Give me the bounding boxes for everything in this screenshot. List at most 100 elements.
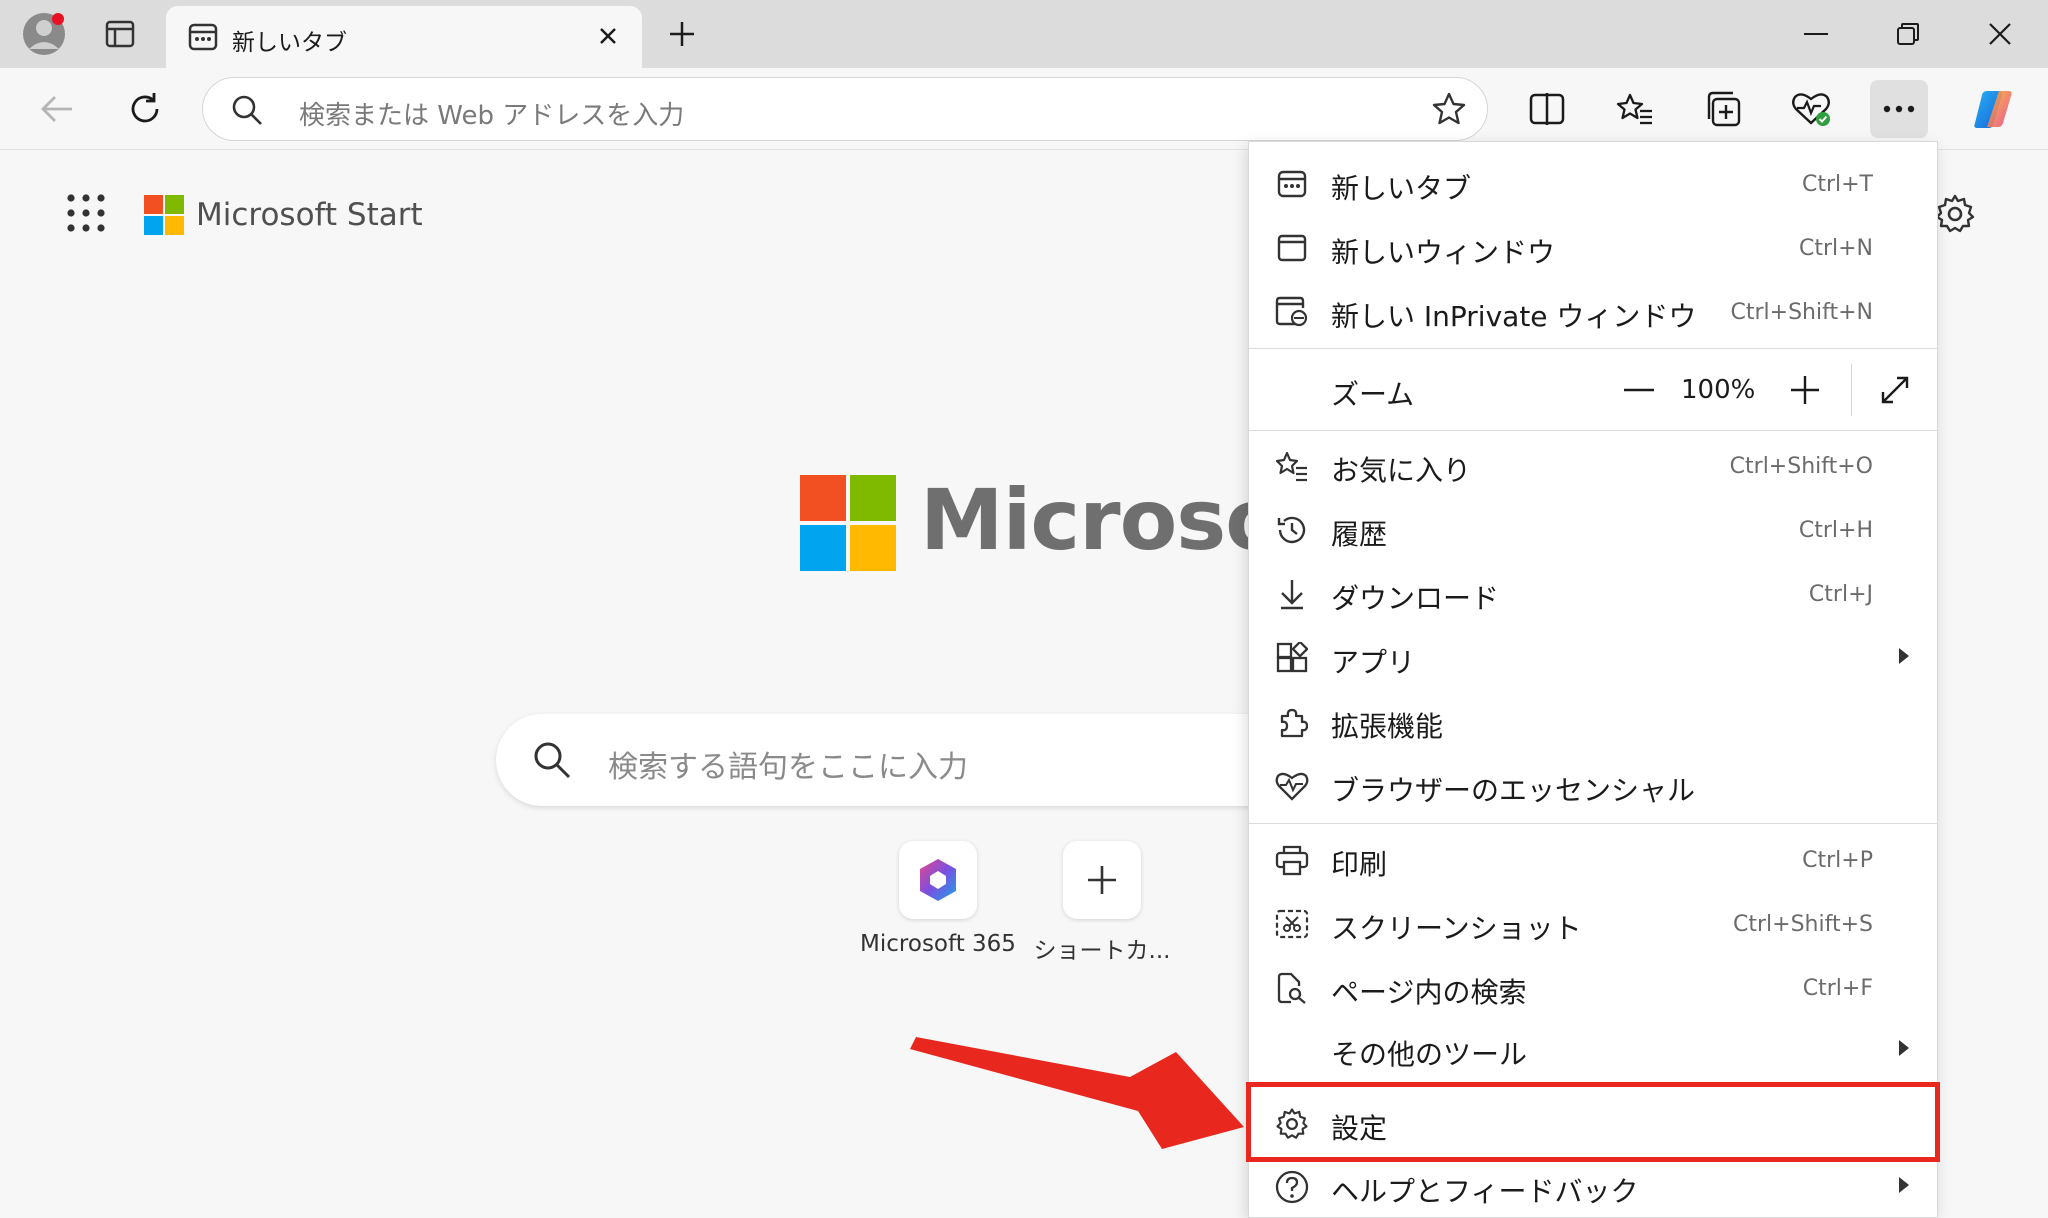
minimize-button[interactable] <box>1776 8 1856 60</box>
favorites-icon <box>1616 93 1652 125</box>
back-arrow-icon <box>41 96 72 122</box>
tab-title: 新しいタブ <box>232 30 347 56</box>
restore-button[interactable] <box>1868 8 1948 60</box>
favorites-icon <box>1275 449 1309 483</box>
window-icon <box>1275 231 1309 265</box>
menu-item-label: 履歴 <box>1331 518 1388 551</box>
extensions-icon <box>1275 705 1309 739</box>
menu-item-print[interactable]: 印刷 Ctrl+P <box>1249 828 1937 890</box>
minus-icon <box>1624 388 1654 392</box>
settings-highlight-box <box>1246 1082 1940 1162</box>
menu-item-label: ダウンロード <box>1331 582 1500 615</box>
new-tab-button[interactable] <box>652 8 712 60</box>
minimize-icon <box>1804 33 1828 35</box>
toolbar: 検索または Web アドレスを入力 <box>0 68 2048 150</box>
search-icon <box>231 94 263 130</box>
menu-item-shortcut: Ctrl+F <box>1802 976 1873 1001</box>
app-launcher-icon[interactable] <box>66 193 106 237</box>
tab-close-button[interactable] <box>588 16 628 56</box>
menu-separator <box>1249 348 1937 349</box>
page-settings-gear-icon[interactable] <box>1934 193 1976 239</box>
back-button[interactable] <box>28 80 86 138</box>
menu-item-label: アプリ <box>1331 646 1416 679</box>
menu-item-label: ページ内の検索 <box>1331 976 1527 1009</box>
menu-item-history[interactable]: 履歴 Ctrl+H <box>1249 498 1937 560</box>
split-screen-button[interactable] <box>1518 80 1576 138</box>
menu-item-shortcut: Ctrl+Shift+N <box>1730 300 1873 325</box>
menu-item-new-window[interactable]: 新しいウィンドウ Ctrl+N <box>1249 216 1937 278</box>
menu-item-browser-essentials[interactable]: ブラウザーのエッセンシャル <box>1249 754 1937 816</box>
menu-item-find-on-page[interactable]: ページ内の検索 Ctrl+F <box>1249 956 1937 1018</box>
menu-item-apps[interactable]: アプリ <box>1249 626 1937 688</box>
favorites-button[interactable] <box>1606 80 1664 138</box>
menu-item-label: 新しい InPrivate ウィンドウ <box>1331 300 1697 333</box>
browser-essentials-button[interactable] <box>1782 80 1840 138</box>
menu-separator <box>1249 430 1937 431</box>
brand-label: Microsoft Start <box>196 197 423 233</box>
menu-item-label: ブラウザーのエッセンシャル <box>1331 774 1696 807</box>
menu-item-shortcut: Ctrl+Shift+O <box>1729 454 1873 479</box>
microsoft-logo-icon <box>144 195 184 235</box>
submenu-chevron-icon <box>1899 648 1909 664</box>
shortcut-label: ショートカ... <box>1033 938 1171 964</box>
menu-item-label: ヘルプとフィードバック <box>1331 1175 1639 1208</box>
menu-item-new-inprivate[interactable]: 新しい InPrivate ウィンドウ Ctrl+Shift+N <box>1249 280 1937 342</box>
menu-item-label: 新しいウィンドウ <box>1331 236 1556 269</box>
annotation-arrow-icon <box>910 1037 1244 1149</box>
expand-diagonal-icon <box>1881 376 1909 404</box>
menu-item-downloads[interactable]: ダウンロード Ctrl+J <box>1249 562 1937 624</box>
microsoft-365-icon <box>899 841 977 919</box>
add-favorite-star-icon[interactable] <box>1431 91 1467 131</box>
submenu-chevron-icon <box>1899 1040 1909 1056</box>
tab-new-tab[interactable]: 新しいタブ <box>166 6 642 68</box>
page-search-placeholder: 検索する語句をここに入力 <box>608 750 968 785</box>
menu-item-label: 印刷 <box>1331 848 1388 881</box>
collections-icon <box>1707 91 1741 127</box>
print-icon <box>1275 843 1309 877</box>
apps-icon <box>1275 641 1309 675</box>
menu-item-more-tools[interactable]: その他のツール <box>1249 1018 1937 1080</box>
refresh-button[interactable] <box>116 80 174 138</box>
more-dots-icon <box>1883 105 1915 113</box>
close-window-button[interactable] <box>1960 8 2040 60</box>
menu-item-help-feedback[interactable]: ヘルプとフィードバック <box>1249 1155 1937 1217</box>
new-tab-icon <box>188 22 218 56</box>
settings-and-more-button[interactable] <box>1870 80 1928 138</box>
zoom-label: ズーム <box>1331 378 1415 411</box>
copilot-button[interactable] <box>1964 80 2022 138</box>
microsoft-logo-large-icon <box>800 475 896 575</box>
shortcut-add[interactable]: ショートカ... <box>1022 841 1182 965</box>
menu-item-new-tab[interactable]: 新しいタブ Ctrl+T <box>1249 152 1937 214</box>
fullscreen-button[interactable] <box>1873 368 1917 412</box>
menu-item-shortcut: Ctrl+Shift+S <box>1733 912 1873 937</box>
menu-item-label: 拡張機能 <box>1331 710 1444 743</box>
history-icon <box>1275 513 1309 547</box>
screenshot-icon <box>1275 907 1309 941</box>
menu-item-shortcut: Ctrl+H <box>1798 518 1873 543</box>
download-icon <box>1275 577 1309 611</box>
inprivate-icon <box>1275 295 1309 329</box>
close-icon <box>1989 23 2011 45</box>
profile-avatar-icon <box>23 13 65 55</box>
menu-item-extensions[interactable]: 拡張機能 <box>1249 690 1937 752</box>
menu-zoom-row: ズーム 100% <box>1249 350 1937 430</box>
menu-item-favorites[interactable]: お気に入り Ctrl+Shift+O <box>1249 434 1937 496</box>
shortcut-label: Microsoft 365 <box>860 931 1016 957</box>
shortcut-microsoft-365[interactable]: Microsoft 365 <box>858 841 1018 957</box>
address-placeholder: 検索または Web アドレスを入力 <box>299 101 685 131</box>
search-icon <box>532 740 572 784</box>
microsoft-start-brand[interactable]: Microsoft Start <box>144 195 423 235</box>
find-icon <box>1275 971 1309 1005</box>
page-search-box[interactable]: 検索する語句をここに入力 <box>496 714 1256 806</box>
menu-item-label: お気に入り <box>1331 454 1472 487</box>
collections-button[interactable] <box>1694 80 1752 138</box>
profile-button[interactable] <box>14 8 74 60</box>
tab-actions-icon <box>105 20 135 48</box>
restore-icon <box>1897 23 1919 45</box>
zoom-out-button[interactable] <box>1617 368 1661 412</box>
address-bar[interactable]: 検索または Web アドレスを入力 <box>202 77 1488 141</box>
tab-actions-button[interactable] <box>90 8 150 60</box>
menu-item-screenshot[interactable]: スクリーンショット Ctrl+Shift+S <box>1249 892 1937 954</box>
zoom-in-button[interactable] <box>1783 368 1827 412</box>
plus-icon <box>1791 376 1819 404</box>
